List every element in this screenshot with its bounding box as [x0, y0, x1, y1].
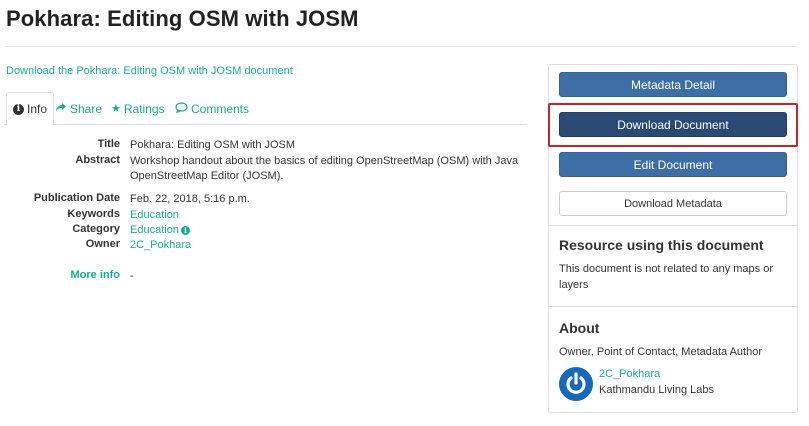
tab-bar: i Info Share ★ Ratings Comments [4, 92, 527, 126]
info-circle-icon[interactable]: i [180, 226, 190, 235]
meta-value: Education i [130, 223, 530, 238]
info-circle-icon: i [13, 103, 24, 115]
keyword-link[interactable]: Education [130, 209, 179, 221]
more-info-toggle[interactable]: More info [71, 269, 121, 281]
download-document-link[interactable]: Download the Pokhara: Editing OSM with J… [6, 65, 293, 77]
avatar[interactable] [559, 367, 593, 401]
tab-ratings[interactable]: ★ Ratings [111, 92, 165, 125]
metadata-detail-button[interactable]: Metadata Detail [559, 72, 787, 97]
meta-value: Workshop handout about the basics of edi… [130, 155, 519, 182]
meta-label: Owner [85, 238, 120, 250]
meta-value: - [130, 270, 134, 282]
page-title: Pokhara: Editing OSM with JOSM [6, 6, 359, 31]
share-arrow-icon [55, 102, 67, 116]
star-icon: ★ [111, 103, 121, 115]
tab-share-label: Share [70, 101, 103, 116]
meta-label: Publication Date [33, 192, 120, 204]
divider [549, 225, 797, 226]
meta-value: Feb. 22, 2018, 5:16 p.m. [130, 193, 250, 205]
tab-share[interactable]: Share [55, 92, 102, 125]
power-logo-icon [566, 372, 586, 394]
about-user-link[interactable]: 2C_Pokhara [599, 368, 660, 380]
about-org-text: Kathmandu Living Labs [599, 384, 714, 396]
meta-label: Title [97, 138, 120, 150]
tab-info-label: Info [27, 102, 48, 116]
resource-section-text: This document is not related to any maps… [559, 263, 773, 291]
meta-label: Category [72, 223, 120, 235]
speech-bubble-icon [175, 101, 188, 116]
meta-value: Education [130, 208, 530, 223]
meta-value: 2C_Pokhara [130, 238, 530, 253]
tab-comments[interactable]: Comments [175, 92, 249, 125]
category-link[interactable]: Education [130, 224, 179, 236]
about-roles-text: Owner, Point of Contact, Metadata Author [559, 346, 763, 358]
tab-info[interactable]: i Info [6, 92, 55, 126]
resource-section-title: Resource using this document [559, 237, 764, 253]
tab-ratings-label: Ratings [123, 101, 165, 116]
highlight-box [548, 103, 798, 147]
meta-label: Keywords [67, 208, 120, 220]
edit-document-button[interactable]: Edit Document [559, 152, 787, 177]
owner-link[interactable]: 2C_Pokhara [130, 239, 191, 251]
meta-value: Pokhara: Editing OSM with JOSM [130, 139, 296, 151]
about-section-title: About [559, 320, 600, 336]
download-metadata-button[interactable]: Download Metadata [559, 191, 787, 216]
divider [549, 306, 797, 307]
tab-comments-label: Comments [191, 101, 250, 116]
meta-label: Abstract [75, 154, 120, 166]
title-divider [6, 46, 797, 47]
